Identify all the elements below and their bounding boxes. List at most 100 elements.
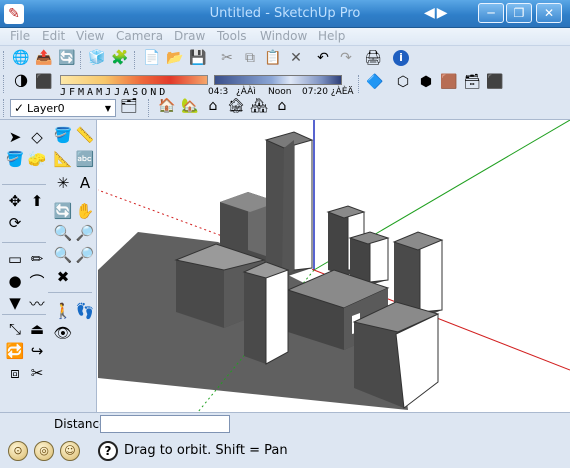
orbit-tool-icon[interactable]: 🔄 [52,200,74,222]
tape-measure-icon[interactable]: 📏 [74,124,96,146]
shaded-style-icon[interactable]: 🟫 [438,72,460,92]
cut-icon[interactable]: ✂ [216,48,238,68]
display-shadows-icon[interactable]: ⬛ [33,72,55,92]
measurement-input[interactable] [100,415,230,433]
zoom-tool-icon[interactable]: 🔍 [52,222,74,244]
left-view-icon[interactable]: ⌂ [271,96,293,116]
minimize-button[interactable]: ─ [478,3,504,23]
front-view-icon[interactable]: ⌂ [202,96,224,116]
back-view-icon[interactable]: 🏘 [248,96,270,116]
print-icon[interactable]: 🖨 [362,48,384,68]
menu-help[interactable]: Help [318,29,345,43]
menu-tools[interactable]: Tools [217,29,247,43]
menu-window[interactable]: Window [260,29,307,43]
restore-button[interactable]: ❐ [506,3,532,23]
arc-tool-icon[interactable]: ⌒ [26,270,48,292]
title-bar[interactable]: ✎ Untitled - SketchUp Pro ◀▶ ─ ❐ ✕ [0,0,570,28]
drawing-viewport[interactable] [98,120,570,412]
layer-manager-icon[interactable]: 🗂 [118,96,140,116]
zoom-window-icon[interactable]: 🔎 [74,222,96,244]
chevron-down-icon[interactable]: ▼ [101,104,115,113]
walk-tool-icon[interactable]: 👣 [74,300,96,322]
freehand-tool-icon[interactable]: 〰 [26,292,48,314]
axes-tool-icon[interactable]: ✳ [52,172,74,194]
dimension-icon[interactable]: 📐 [52,148,74,170]
toolbar-grip[interactable] [358,75,361,93]
toolbar-grip[interactable] [134,51,137,69]
toolbar-grip[interactable] [148,99,151,117]
wireframe-style-icon[interactable]: ⬡ [392,72,414,92]
building-tall-tower[interactable] [264,131,314,278]
copy-icon[interactable]: ⧉ [239,48,261,68]
get-photo-texture-icon[interactable]: 🧊 [86,48,108,68]
rectangle-tool-icon[interactable]: ▭ [4,248,26,270]
zoom-fit-icon[interactable]: ✖ [52,266,74,288]
layer-dropdown[interactable]: ✓ Layer0 ▼ [10,99,116,117]
save-icon[interactable]: 💾 [187,48,209,68]
toolbar-grip[interactable] [80,51,83,69]
time-gradient[interactable] [214,75,342,85]
menu-file[interactable]: File [10,29,30,43]
select-tool-icon[interactable]: ➤ [4,126,26,148]
paint-tool-icon[interactable]: 🪣 [4,148,26,170]
menu-draw[interactable]: Draw [174,29,205,43]
push-pull-tool-icon[interactable]: ⏏ [26,318,48,340]
paste-icon[interactable]: 📋 [262,48,284,68]
toolbar-grip[interactable] [3,99,6,117]
month-gradient[interactable] [60,75,208,85]
help-icon[interactable]: ? [98,441,118,461]
share-model-icon[interactable]: 📤 [33,48,55,68]
share-component-icon[interactable]: 🔄 [56,48,78,68]
menu-camera[interactable]: Camera [116,29,163,43]
rotate-tool-icon[interactable]: ⟳ [4,212,26,234]
iso-view-icon[interactable]: 🏠 [156,96,178,116]
monochrome-style-icon[interactable]: ⬛ [484,72,506,92]
open-file-icon[interactable]: 📂 [164,48,186,68]
building-front-narrow[interactable] [242,261,290,365]
toolbar-grip[interactable] [3,75,6,93]
offset-tool-icon[interactable]: ⧈ [4,362,26,384]
toolbar-grip[interactable] [3,51,6,69]
model-info-icon[interactable]: i [390,48,412,68]
3d-text-icon[interactable]: A [74,172,96,194]
get-models-icon[interactable]: 🌐 [10,48,32,68]
eraser-icon[interactable]: 🧽 [26,148,48,170]
model-scene[interactable] [98,120,570,412]
zoom-extents-icon[interactable]: 🔍 [52,244,74,266]
line-tool-icon[interactable]: ✏ [26,248,48,270]
polygon-tool-icon[interactable]: ▼ [4,292,26,314]
extension-icon[interactable]: 🧩 [109,48,131,68]
paint-bucket-icon[interactable]: 🪣 [52,124,74,146]
user-account-icon[interactable]: ☺ [60,441,80,461]
shaded-textures-style-icon[interactable]: 🗃 [461,72,483,92]
push-pull-icon[interactable]: ⬆ [26,190,48,212]
new-file-icon[interactable]: 📄 [141,48,163,68]
follow-me-icon[interactable]: ↪ [26,340,48,362]
building-front-right-cube[interactable] [352,301,440,409]
menu-edit[interactable]: Edit [42,29,65,43]
scale-tool-icon[interactable]: ⤡ [4,318,26,340]
xray-style-icon[interactable]: 🔷 [364,72,386,92]
right-view-icon[interactable]: 🏚 [225,96,247,116]
position-camera-icon[interactable]: 🚶 [52,300,74,322]
erase-icon[interactable]: ✕ [285,48,307,68]
close-button[interactable]: ✕ [536,3,562,23]
look-around-icon[interactable]: 👁 [52,322,74,344]
section-plane-icon[interactable]: ✂ [26,362,48,384]
shadow-settings-icon[interactable]: 🌗 [10,72,32,92]
menu-view[interactable]: View [76,29,104,43]
nav-arrows-icon[interactable]: ◀▶ [424,5,450,21]
pan-tool-icon[interactable]: ✋ [74,200,96,222]
credits-icon[interactable]: ◎ [34,441,54,461]
undo-icon[interactable]: ↶ [312,48,334,68]
previous-view-icon[interactable]: 🔎 [74,244,96,266]
geo-location-icon[interactable]: ⊙ [8,441,28,461]
text-tool-icon[interactable]: 🔤 [74,148,96,170]
make-component-icon[interactable]: ◇ [26,126,48,148]
hidden-line-style-icon[interactable]: ⬢ [415,72,437,92]
move-tool-icon[interactable]: ✥ [4,190,26,212]
redo-icon[interactable]: ↷ [335,48,357,68]
circle-tool-icon[interactable]: ● [4,270,26,292]
rotate-icon[interactable]: 🔁 [4,340,26,362]
top-view-icon[interactable]: 🏡 [179,96,201,116]
